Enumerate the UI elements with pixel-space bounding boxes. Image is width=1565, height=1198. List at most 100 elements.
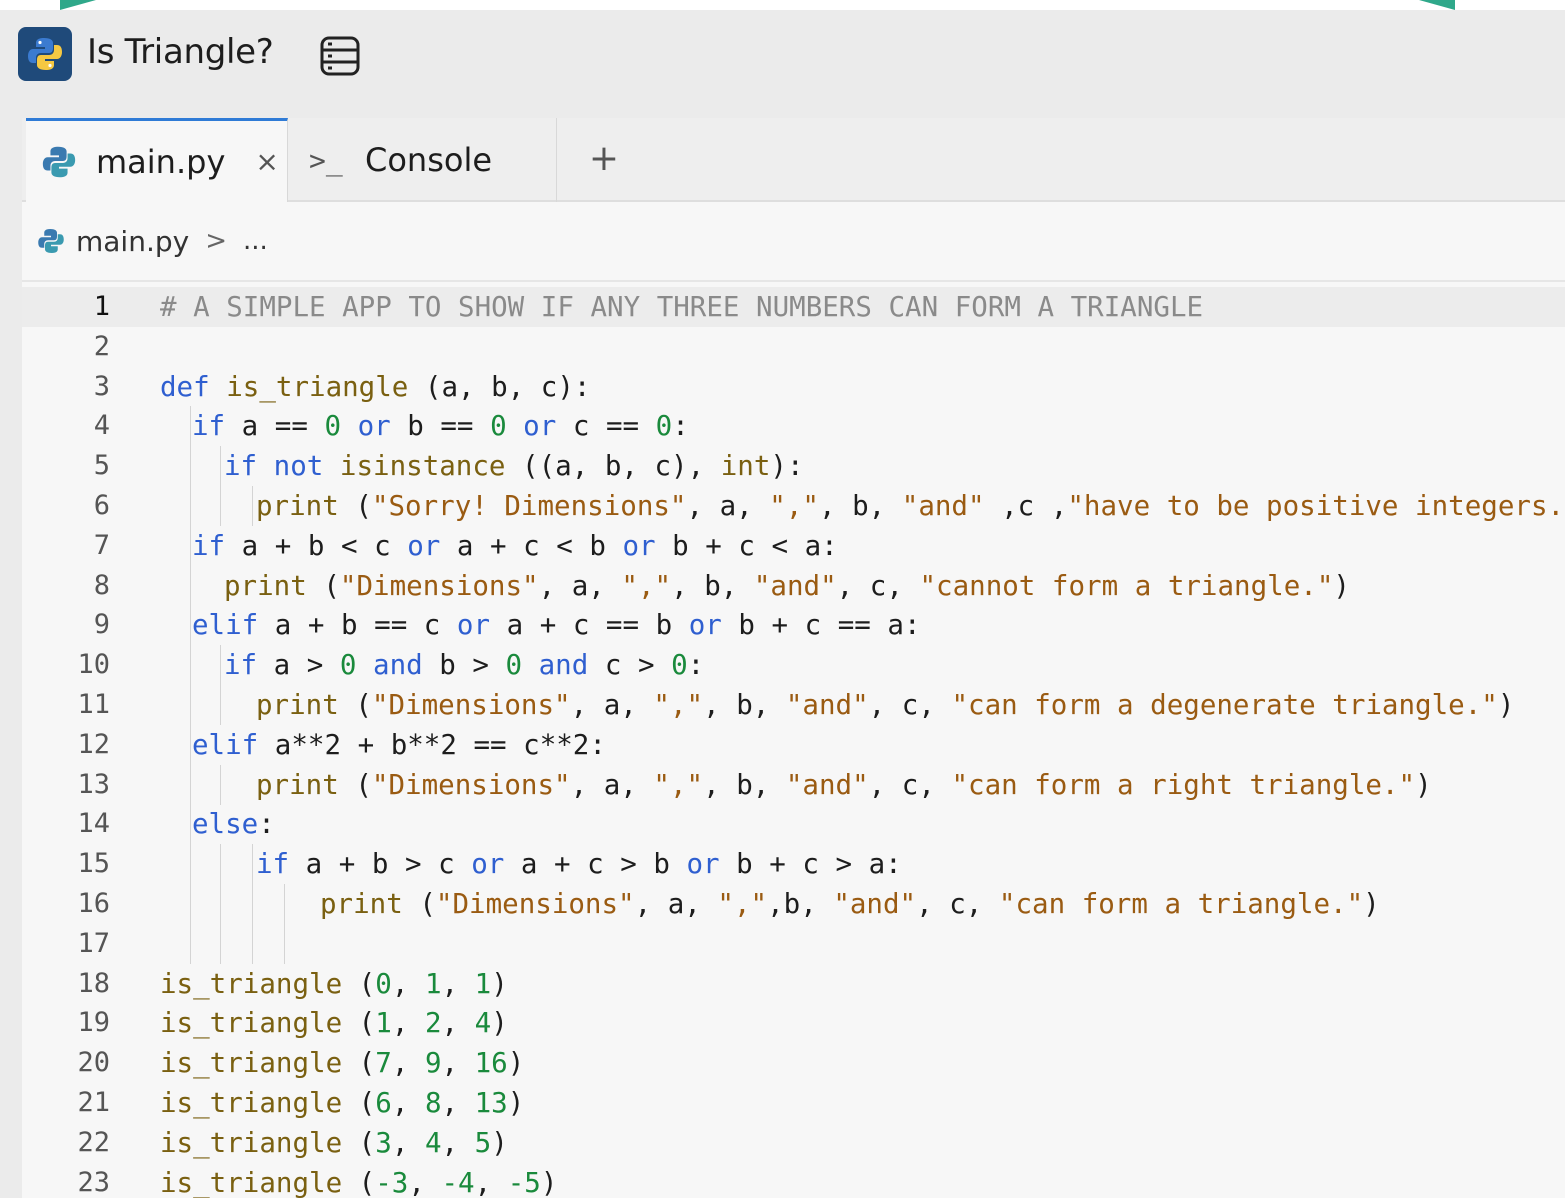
code-token: "Dimensions" [371,768,571,801]
code-token: or [341,410,408,443]
code-token: ) [1363,888,1380,920]
code-line[interactable]: 19 is_triangle (1, 2, 4) [22,1003,1565,1043]
code-line[interactable]: 13 print ("Dimensions", a, ",", b, "and",… [22,764,1565,805]
code-token: ) [1415,768,1432,801]
tab-label: Console [365,141,493,179]
code-token: ( [342,1047,376,1080]
code-text: else: [192,804,275,844]
code-token: "and" [785,768,869,801]
python-logo-icon[interactable] [18,27,72,81]
code-token: 1 [375,1007,392,1040]
code-line[interactable]: 22 is_triangle (3, 4, 5) [22,1123,1565,1163]
code-text: # A SIMPLE APP TO SHOW IF ANY THREE NUMB… [160,287,1203,327]
code-token: , [441,1007,475,1040]
indent-guide [220,446,221,487]
code-token: 9 [424,1047,442,1080]
code-token: , b, [703,768,786,801]
code-line[interactable]: 18 is_triangle (0, 1, 1) [22,964,1565,1004]
code-line[interactable]: 6 print ("Sorry! Dimensions", a, ",", b, … [22,486,1565,526]
line-number: 16 [77,888,110,919]
indent-guide [190,764,191,805]
code-line[interactable]: 8 print ("Dimensions", a, ",", b, "and", … [22,565,1565,606]
code-token: , [441,1047,475,1080]
code-text: is_triangle (-3, -4, -5) [160,1163,557,1198]
line-number: 6 [93,490,110,521]
line-number: 19 [77,1007,110,1039]
code-token: ( [338,689,372,721]
code-token: ) [1497,689,1515,721]
tab-main-py[interactable]: main.py × [26,118,288,202]
code-line[interactable]: 14 else: [22,804,1565,845]
corner-decoration-right [1419,0,1455,10]
code-token: , c, [868,768,952,801]
code-editor[interactable]: 1 # A SIMPLE APP TO SHOW IF ANY THREE NUM… [22,287,1565,1198]
breadcrumb-more[interactable]: ... [243,226,268,256]
code-line[interactable]: 15 if a + b > c or a + c > b or b + c > a… [22,844,1565,885]
breadcrumb-file[interactable]: main.py [76,225,189,258]
indent-guide [220,923,221,964]
tab-bar: main.py × >_ Console + [22,118,1565,202]
indent-guide [190,923,191,964]
code-token: int [720,450,771,483]
code-token: , [391,967,425,1000]
code-token: a + b > c [305,848,472,881]
code-line[interactable]: 2 [22,327,1565,367]
code-token: ) [540,1166,558,1198]
code-line[interactable]: 12 elif a**2 + b**2 == c**2: [22,724,1565,765]
code-token: a + b == c [274,609,457,642]
close-icon[interactable]: × [255,145,278,178]
code-line[interactable]: 10 if a > 0 and b > 0 and c > 0: [22,645,1565,686]
code-token: ,b, [767,888,834,920]
code-text: if not isinstance ((a, b, c), int): [224,446,804,486]
code-line[interactable]: 4 if a == 0 or b == 0 or c == 0: [22,406,1565,447]
code-line[interactable]: 11 print ("Dimensions", a, ",", b, "and",… [22,685,1565,725]
line-number: 5 [93,450,110,482]
code-line[interactable]: 9 elif a + b == c or a + c == b or b + c … [22,605,1565,646]
line-number: 3 [93,370,110,402]
code-token: a + b < c [241,529,408,562]
code-token: a + c > b [520,848,687,881]
code-token: or [688,609,739,642]
code-line[interactable]: 20 is_triangle (7, 9, 16) [22,1043,1565,1083]
tab-console[interactable]: >_ Console [289,118,557,202]
code-token: 4 [424,1126,442,1159]
code-line[interactable]: 5 if not isinstance ((a, b, c), int): [22,446,1565,487]
code-token: , c, [836,569,920,602]
code-token: -5 [507,1166,541,1198]
indent-guide [190,565,191,606]
add-tab-button[interactable]: + [584,138,624,179]
code-token: if [256,848,306,881]
code-line[interactable]: 17 [22,923,1565,964]
code-token: c > [604,649,672,682]
code-token: ( [306,569,340,602]
code-text: print ("Dimensions", a, ",", b, "and", c… [224,566,1350,606]
code-token: is_triangle [160,1047,343,1080]
code-token: 6 [375,1087,392,1119]
indent-guide [252,844,253,885]
code-token: c == [572,410,656,443]
code-token: else [192,808,259,841]
code-text: is_triangle (6, 8, 13) [160,1083,524,1123]
code-token: if not [224,450,340,483]
line-number: 23 [77,1166,110,1198]
code-token: : [687,649,705,682]
code-line[interactable]: 23 is_triangle (-3, -4, -5) [22,1163,1565,1198]
code-line[interactable]: 3 def is_triangle (a, b, c): [22,367,1565,407]
python-file-icon [40,143,78,181]
indent-guide [284,923,285,964]
indent-guide [252,884,253,924]
code-token: print [256,689,339,721]
code-token: , [441,967,475,1000]
code-line[interactable]: 1 # A SIMPLE APP TO SHOW IF ANY THREE NUM… [22,287,1565,327]
code-token: 13 [474,1087,508,1119]
code-token: elif [192,609,275,642]
code-text: is_triangle (3, 4, 5) [160,1123,508,1163]
list-menu-icon[interactable] [318,34,362,78]
code-line[interactable]: 7 if a + b < c or a + c < b or b + c < a: [22,525,1565,566]
code-token: , a, [686,490,770,522]
code-token: 7 [375,1047,392,1080]
code-line[interactable]: 16 print ("Dimensions", a, ",",b, "and", … [22,884,1565,924]
code-token: 0 [505,649,523,682]
code-token: "and" [901,490,985,522]
code-line[interactable]: 21 is_triangle (6, 8, 13) [22,1083,1565,1123]
